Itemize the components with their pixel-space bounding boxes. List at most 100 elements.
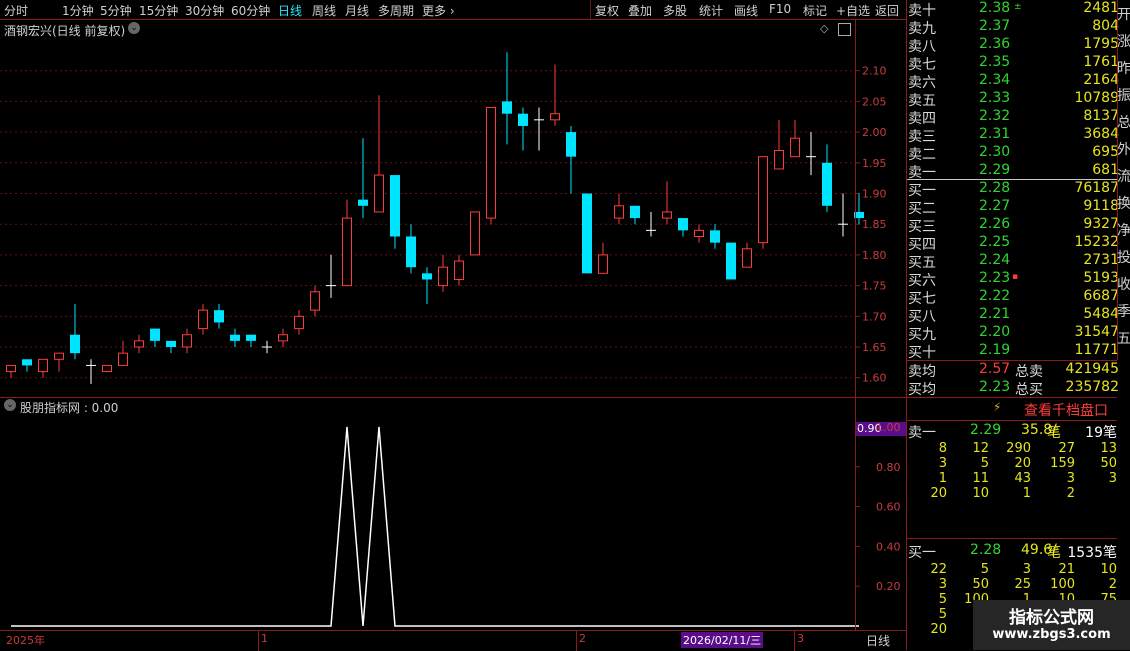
ask-row[interactable]: 卖六 2.34 2164 (907, 72, 1125, 91)
bid-volume: 2731 (1083, 252, 1119, 268)
edge-text: 净 (1117, 223, 1130, 239)
bid-row[interactable]: 买五 2.24 2731 (907, 252, 1125, 271)
sell1-queue-row: 3 5 20 159 50 (907, 456, 1125, 471)
sell1-queue-cell: 5 (980, 456, 989, 471)
edge-text: 涨 (1117, 34, 1130, 50)
bid-row[interactable]: 买七 2.22 6687 (907, 288, 1125, 307)
period-tab-1min[interactable]: 1分钟 (62, 2, 94, 19)
sell1-queue-cell: 3 (1108, 471, 1117, 486)
bid-row[interactable]: 买六 2.23 ▪ 5193 (907, 270, 1125, 289)
summary-label: 卖均 (908, 364, 936, 380)
ask-label: 卖二 (908, 147, 936, 163)
bid-volume: 76187 (1074, 180, 1119, 196)
price-tick-label: 1.70 (862, 310, 887, 323)
candle-body-down (422, 273, 432, 280)
candle-body-up (790, 137, 800, 158)
bid-row[interactable]: 买十 2.19 11771 (907, 342, 1125, 361)
summary-total-label: 总买 (1015, 382, 1043, 398)
edge-text: 开 (1117, 7, 1130, 23)
cursor-date-label: 2026/02/11/三 (681, 632, 764, 648)
ask-row[interactable]: 卖十 2.38 ±2481 (907, 0, 1125, 19)
ask-row[interactable]: 卖四 2.32 8137 (907, 108, 1125, 127)
period-indicator[interactable]: 日线 (866, 632, 890, 649)
ask-price: 2.33 (979, 90, 1011, 106)
period-tab-60min[interactable]: 60分钟 (231, 2, 270, 19)
buy1-queue-cell: 2 (1108, 577, 1117, 592)
period-tab-multi[interactable]: 多周期 (378, 2, 414, 19)
buy1-queue-row: 22 5 3 21 10 (907, 562, 1125, 577)
price-tick-label: 2.05 (862, 95, 887, 108)
edge-text: 季 (1117, 304, 1130, 320)
period-tab-5min[interactable]: 5分钟 (100, 2, 132, 19)
bid-row[interactable]: 买三 2.26 9327 (907, 216, 1125, 235)
bid-row[interactable]: 买九 2.20 31547 (907, 324, 1125, 343)
indicator-tick-label: 0.80 (876, 461, 901, 474)
candle-body-up (294, 315, 304, 330)
bid-label: 买七 (908, 291, 936, 307)
buy1-queue-cell: 21 (1058, 562, 1075, 577)
sell1-queue-row: 1 11 43 3 3 (907, 471, 1125, 486)
sell1-queue-cell: 2 (1066, 486, 1075, 501)
ask-volume: 2164 (1083, 72, 1119, 88)
bid-row[interactable]: 买四 2.25 15232 (907, 234, 1125, 253)
buy1-queue-cell: 5 (980, 562, 989, 577)
bid-row[interactable]: 买八 2.21 5484 (907, 306, 1125, 325)
thousand-orderbook-link[interactable]: 查看千档盘口 (1024, 400, 1108, 420)
sell1-queue-cell: 3 (938, 456, 947, 471)
candle-body-down (518, 113, 528, 126)
date-label-2: 2 (579, 632, 586, 645)
period-tab-30min[interactable]: 30分钟 (185, 2, 224, 19)
ask-volume: 2481 (1083, 0, 1119, 16)
period-tab-daily[interactable]: 日线 (278, 2, 302, 19)
period-tab-weekly[interactable]: 周线 (312, 2, 336, 19)
ask-flag-icon: ± (1014, 2, 1022, 12)
sell1-queue-cell: 20 (930, 486, 947, 501)
sell1-queue-cell: 50 (1100, 456, 1117, 471)
buy1-queue-cell: 25 (1014, 577, 1031, 592)
more-menu[interactable]: 更多 › (422, 2, 455, 19)
sell1-count-value: 19 (1085, 425, 1103, 441)
ask-row[interactable]: 卖五 2.33 10789 (907, 90, 1125, 109)
candle-body-up (598, 254, 608, 274)
period-tab-intraday[interactable]: 分时 (4, 2, 28, 19)
period-tab-15min[interactable]: 15分钟 (139, 2, 178, 19)
ask-volume: 8137 (1083, 108, 1119, 124)
candle-body-up (102, 364, 112, 373)
bid-row[interactable]: 买一 2.28 76187 (907, 180, 1125, 199)
bid-row[interactable]: 买二 2.27 9118 (907, 198, 1125, 217)
lightning-icon: ⚡ (993, 400, 1002, 414)
bid-label: 买六 (908, 273, 936, 289)
candle-body-up (614, 205, 624, 219)
bid-volume: 6687 (1083, 288, 1119, 304)
ask-row[interactable]: 卖九 2.37 804 (907, 18, 1125, 37)
buy1-queue-cell: 50 (972, 577, 989, 592)
sell1-queue-cell: 20 (1014, 456, 1031, 471)
summary-avg-price: 2.23 (979, 379, 1011, 395)
summary-total: 235782 (1065, 379, 1119, 395)
bid-price: 2.22 (979, 288, 1011, 304)
book-divider (907, 538, 1117, 539)
sell1-count-unit: 笔 (1103, 425, 1117, 441)
tool-group-divider (590, 0, 907, 19)
sell1-unit: 笔 (1047, 425, 1061, 441)
edge-text: 昨 (1117, 61, 1130, 77)
bid-price: 2.19 (979, 342, 1011, 358)
edge-text: 总 (1117, 115, 1130, 131)
indicator-tick-label: 0.60 (876, 501, 901, 514)
ask-row[interactable]: 卖八 2.36 1795 (907, 36, 1125, 55)
ask-row[interactable]: 卖七 2.35 1761 (907, 54, 1125, 73)
edge-text: 换 (1117, 196, 1130, 212)
candle-body-up (182, 334, 192, 348)
period-tab-monthly[interactable]: 月线 (345, 2, 369, 19)
summary-label: 买均 (908, 382, 936, 398)
buy1-queue-cell: 100 (1050, 577, 1075, 592)
ask-row[interactable]: 卖一 2.29 681 (907, 162, 1125, 181)
sell1-queue-row: 8 12 290 27 13 (907, 441, 1125, 456)
ask-volume: 1795 (1083, 36, 1119, 52)
ask-row[interactable]: 卖三 2.31 3684 (907, 126, 1125, 145)
indicator-series-line (11, 426, 859, 627)
sell1-queue-row: 20 10 1 2 (907, 486, 1125, 501)
ask-row[interactable]: 卖二 2.30 695 (907, 144, 1125, 163)
buy1-unit: 笔 (1047, 545, 1061, 561)
ask-price: 2.31 (979, 126, 1011, 142)
